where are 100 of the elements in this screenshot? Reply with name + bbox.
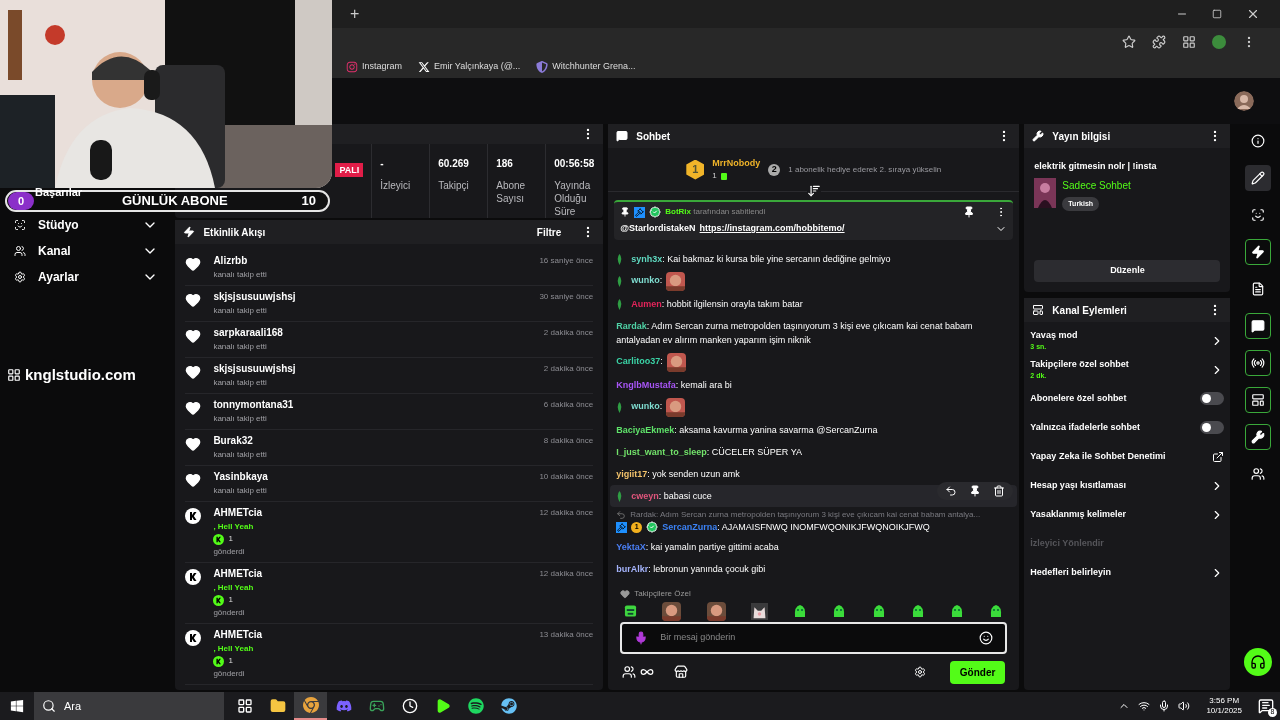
start-icon[interactable]: [10, 699, 24, 713]
edit-button[interactable]: Düzenle: [1034, 260, 1221, 282]
community-icon[interactable]: [622, 665, 637, 679]
blob-emote-icon: [871, 604, 886, 618]
event-user: skjsjsusuuwjshsj: [213, 362, 297, 376]
emote-button[interactable]: [832, 604, 847, 618]
maximize-icon[interactable]: [1212, 9, 1222, 19]
goal-count: 0: [8, 192, 34, 210]
channel-action-item[interactable]: Yasaklanmış kelimeler: [1030, 500, 1225, 529]
emote-button[interactable]: [950, 604, 965, 618]
event-user: skjsjsusuuwjshsj: [213, 290, 297, 304]
heart-icon: [185, 400, 202, 416]
event-action: kanalı takip etti: [213, 377, 268, 389]
pencil-icon: [1250, 171, 1265, 185]
panel-title: Yayın bilgisi: [1052, 129, 1112, 144]
emote-button[interactable]: [989, 604, 1004, 618]
unpin-icon[interactable]: [963, 206, 976, 218]
network-icon[interactable]: [1138, 700, 1151, 712]
avatar-icon[interactable]: [1234, 91, 1254, 111]
steam-icon: [500, 698, 517, 714]
sidebar-item[interactable]: Stüdyo: [0, 212, 171, 238]
community-icon: [1250, 467, 1265, 481]
volume-icon[interactable]: [1178, 700, 1191, 712]
extensions-icon[interactable]: [1152, 35, 1166, 49]
panel-title: Etkinlik Akışı: [203, 225, 267, 240]
stat-value: 60.269: [438, 157, 470, 171]
bolt-icon: [183, 226, 196, 238]
sidebar-item[interactable]: Kanal: [0, 238, 171, 264]
headset-icon: [1249, 654, 1266, 670]
rail-button[interactable]: [1244, 424, 1271, 450]
blob-emote-icon: [793, 604, 808, 618]
channel-action-item: İzleyici Yönlendir: [1030, 536, 1105, 550]
emote-button[interactable]: [706, 601, 726, 621]
wrench-icon: [1032, 130, 1045, 142]
bookmark[interactable]: Witchhunter Grena...: [536, 60, 636, 74]
x-logo-icon: [418, 61, 431, 73]
chat-message: burAlkr: lebronun yanında çocuk gibi: [616, 563, 766, 576]
logo-icon: [7, 368, 21, 383]
event-time: 8 dakika önce: [543, 435, 594, 447]
message-input[interactable]: Bir mesaj gönderin: [620, 622, 1008, 654]
emote-button[interactable]: [750, 602, 768, 620]
bookmark[interactable]: Instagram: [346, 60, 403, 74]
microphone-icon[interactable]: [1158, 700, 1171, 712]
bookmark[interactable]: Emir Yalçınkaya (@...: [418, 60, 521, 74]
chat-message: I_just_want_to_sleep: CÜCELER SÜPER YA: [616, 445, 802, 459]
channel-action-item[interactable]: Hesap yaşı kısıtlaması: [1030, 471, 1225, 500]
emote-section-label: Takipçilere Özel: [634, 588, 691, 600]
blob-emote-icon: [989, 604, 1004, 618]
extension-icon[interactable]: [1212, 35, 1226, 49]
channel-action-item[interactable]: Yapay Zeka ile Sohbet Denetimi: [1030, 442, 1225, 471]
event-action: kanalı takip etti: [213, 341, 268, 353]
bookmark-star-icon[interactable]: [1122, 35, 1136, 49]
emote-button[interactable]: [910, 604, 925, 618]
emote-button[interactable]: [793, 604, 808, 618]
rail-button[interactable]: [1244, 239, 1271, 265]
settings-icon: [14, 271, 26, 283]
message-text-field[interactable]: Bir mesaj gönderin: [660, 631, 968, 645]
event-action: gönderdi: [213, 607, 246, 619]
channel-action-item[interactable]: Abonelere özel sohbet: [1030, 384, 1225, 413]
emoji-icon[interactable]: [979, 631, 994, 645]
delete-icon[interactable]: [993, 484, 1006, 497]
emote-button[interactable]: [871, 604, 886, 618]
toggle-switch[interactable]: [1200, 392, 1225, 405]
event-user: sarpkaraali168: [213, 326, 284, 340]
info-icon: [1250, 134, 1265, 148]
close-icon[interactable]: [1246, 7, 1260, 21]
support-button[interactable]: [1243, 648, 1272, 676]
filter-button[interactable]: Filtre: [536, 224, 562, 240]
channel-action-item[interactable]: Yalnızca ifadelerle sohbet: [1030, 413, 1225, 442]
event-time: 12 dakika önce: [539, 507, 594, 519]
channel-action-item[interactable]: Hedefleri belirleyin: [1030, 558, 1225, 587]
reply-icon[interactable]: [945, 484, 958, 497]
rail-button[interactable]: [1244, 350, 1271, 376]
pin-icon[interactable]: [969, 484, 982, 497]
toggle-switch[interactable]: [1200, 421, 1225, 434]
clock[interactable]: 3:56 PM 10/1/2025: [1206, 696, 1242, 716]
rail-button[interactable]: [1244, 387, 1271, 413]
broadcast-icon: [1250, 356, 1265, 370]
event-time: 2 dakika önce: [543, 327, 594, 339]
send-button[interactable]: Gönder: [949, 660, 1006, 684]
chat-message: YektaX: kai yamalın partiye gittimi acaba: [616, 541, 779, 554]
emote-button[interactable]: [662, 601, 682, 621]
pinned-mention: @StarlordistakeN: [620, 222, 696, 235]
search-field[interactable]: Ara: [34, 692, 224, 720]
panel-title: Sohbet: [636, 129, 672, 144]
stat-value: 186: [496, 157, 514, 171]
rail-button[interactable]: [1244, 165, 1271, 191]
emote-button[interactable]: [624, 604, 638, 618]
store-icon[interactable]: [674, 665, 689, 679]
event-message: , Hell Yeah: [213, 643, 255, 655]
leader-name: MrrNobody: [712, 156, 761, 170]
settings-icon[interactable]: [913, 666, 926, 678]
rail-button[interactable]: [1244, 313, 1271, 339]
blob-emote-icon: [950, 604, 965, 618]
pinned-link[interactable]: https://instagram.com/hobbitemo/: [699, 222, 992, 236]
category-link[interactable]: Sadece Sohbet: [1062, 177, 1131, 193]
new-tab-button[interactable]: +: [346, 6, 364, 22]
verified-badge-icon: [649, 206, 662, 218]
sidebar-item[interactable]: Ayarlar: [0, 264, 171, 290]
panel-title: Kanal Eylemleri: [1052, 303, 1128, 318]
